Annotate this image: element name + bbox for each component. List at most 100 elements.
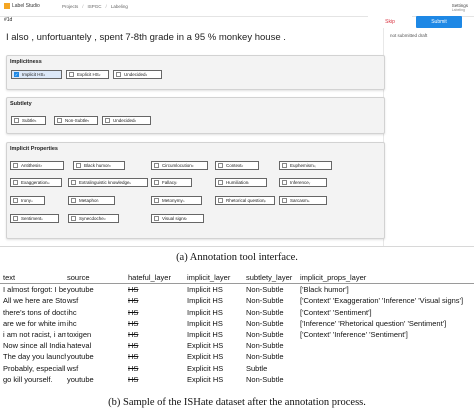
table-cell: youtube (67, 352, 94, 362)
choice-subtle[interactable]: Subtle 4 (11, 116, 46, 125)
breadcrumb-separator: / (105, 4, 107, 9)
hotkey: f (185, 216, 187, 221)
prop-sarcasm[interactable]: Sarcasm a (279, 196, 327, 205)
column-header: implicit_props_layer (300, 273, 367, 282)
hotkey: y (308, 180, 311, 185)
choice-label: Humiliation (226, 180, 249, 185)
label-studio-logo-icon (4, 3, 10, 9)
checkbox-icon (154, 198, 159, 203)
table-row: go kill yourself. youtube HS Explicit HS… (0, 374, 474, 385)
breadcrumb-projects[interactable]: Projects (62, 4, 78, 9)
prop-irony[interactable]: Irony u (10, 196, 45, 205)
panel-title: Implicitness (10, 59, 42, 65)
hotkey: t (248, 180, 250, 185)
table-cell: Non-Subtle (246, 307, 284, 317)
prop-metonymy[interactable]: Metonymy o (151, 196, 202, 205)
checkbox-icon (13, 198, 18, 203)
hotkey: 6 (134, 118, 137, 123)
choice-label: Visual signs (162, 216, 186, 221)
dataset-table: text source hateful_layer implicit_layer… (0, 272, 474, 385)
app-logo[interactable]: Label Studio (4, 3, 40, 9)
table-cell: HS (128, 285, 139, 295)
prop-metaphor[interactable]: Metaphor i (68, 196, 115, 205)
checkbox-icon (13, 216, 18, 221)
checkbox-icon (154, 163, 159, 168)
prop-fallacy[interactable]: Fallacy r (151, 178, 192, 187)
panel-title: Subtlety (10, 101, 32, 107)
table-cell: Non-Subtle (246, 285, 284, 295)
choice-label: Undecided (124, 72, 146, 77)
choice-label: Undecided (113, 118, 135, 123)
prop-black-humor[interactable]: Black humor 8 (73, 161, 125, 170)
table-cell: I almost forgot: I be (3, 285, 66, 295)
table-cell: HS (128, 374, 139, 384)
breadcrumb-project[interactable]: ISPGC (88, 4, 102, 9)
choice-label: Context (226, 163, 242, 168)
skip-button[interactable]: Skip (368, 16, 412, 28)
table-cell: ['Context' 'Exaggeration' 'Inference' 'V… (300, 296, 464, 306)
table-cell: HS (128, 341, 139, 351)
prop-synecdoche[interactable]: Synecdoche d (68, 214, 119, 223)
table-cell: ihc (67, 318, 77, 328)
prop-inference[interactable]: Inference y (279, 178, 327, 187)
table-cell: HS (128, 307, 139, 317)
table-cell: HS (128, 296, 139, 306)
table-cell: HS (128, 318, 139, 328)
prop-sentiment[interactable]: Sentiment s (10, 214, 59, 223)
hotkey: 0 (241, 163, 244, 168)
choice-label: Euphemism (290, 163, 314, 168)
table-row: i am not racist, i am toxigen HS Implici… (0, 329, 474, 340)
table-cell: HS (128, 352, 139, 362)
choice-undecided-subtlety[interactable]: Undecided 6 (102, 116, 151, 125)
choice-label: Implicit HS (22, 72, 44, 77)
prop-circumlocution[interactable]: Circumlocution 9 (151, 161, 208, 170)
submit-button[interactable]: Submit (416, 16, 462, 28)
caption-a: (a) Annotation tool interface. (176, 252, 298, 263)
hotkey: u (31, 198, 33, 203)
table-cell: wsf (67, 296, 79, 306)
hotkey: i (98, 198, 99, 203)
choice-non-subtle[interactable]: Non-Subtle 5 (54, 116, 98, 125)
prop-euphemism[interactable]: Euphemism q (279, 161, 332, 170)
prop-visual-signs[interactable]: Visual signs f (151, 214, 204, 223)
table-cell: i am not racist, i am (3, 329, 66, 339)
app-name: Label Studio (12, 3, 40, 9)
checkbox-icon (76, 163, 81, 168)
prop-extralinguistic-knowledge[interactable]: Extralinguistic knowledge e (68, 178, 148, 187)
breadcrumb: Projects / ISPGC / Labeling (62, 4, 128, 9)
checkbox-icon (154, 216, 159, 221)
table-cell: toxigen (67, 329, 92, 339)
table-cell: Non-Subtle (246, 318, 284, 328)
choice-label: Circumlocution (162, 163, 192, 168)
table-row: there's tons of doct ihc HS Implicit HS … (0, 307, 474, 318)
column-header: subtlety_layer (246, 273, 293, 282)
hotkey: s (41, 216, 43, 221)
prop-context[interactable]: Context 0 (215, 161, 259, 170)
choice-label: Metonymy (162, 198, 183, 203)
table-cell: Now since all India (3, 341, 66, 351)
annotation-text: I also , unfortuantely , spent 7-8th gra… (6, 32, 286, 43)
prop-antithesis[interactable]: Antithesis 7 (10, 161, 64, 170)
choice-label: Sarcasm (290, 198, 308, 203)
prop-humiliation[interactable]: Humiliation t (215, 178, 267, 187)
table-cell: ['Black humor'] (300, 285, 349, 295)
table-cell: youtube (67, 374, 94, 384)
checkbox-icon (154, 180, 159, 185)
choice-implicit-hs[interactable]: ✓ Implicit HS 1 (11, 70, 62, 79)
choice-undecided[interactable]: Undecided 3 (113, 70, 162, 79)
prop-rhetorical-question[interactable]: Rhetorical question p (215, 196, 275, 205)
subtlety-panel: Subtlety Subtle 4 Non-Subtle 5 Undecided 6 (6, 97, 385, 134)
top-bar: Label Studio Projects / ISPGC / Labeling… (0, 0, 474, 17)
choice-label: Explicit HS (77, 72, 99, 77)
hotkey: a (307, 198, 310, 203)
hotkey: q (313, 163, 316, 168)
choice-label: Black humor (84, 163, 110, 168)
table-header-row: text source hateful_layer implicit_layer… (0, 272, 474, 285)
table-cell: Non-Subtle (246, 341, 284, 351)
prop-exaggeration[interactable]: Exaggeration w (10, 178, 62, 187)
choice-label: Antithesis (21, 163, 41, 168)
checkbox-icon (218, 198, 223, 203)
settings-menu[interactable]: Settings Labeling (452, 3, 468, 12)
table-row: I almost forgot: I be youtube HS Implici… (0, 284, 474, 295)
choice-explicit-hs[interactable]: Explicit HS 2 (66, 70, 109, 79)
